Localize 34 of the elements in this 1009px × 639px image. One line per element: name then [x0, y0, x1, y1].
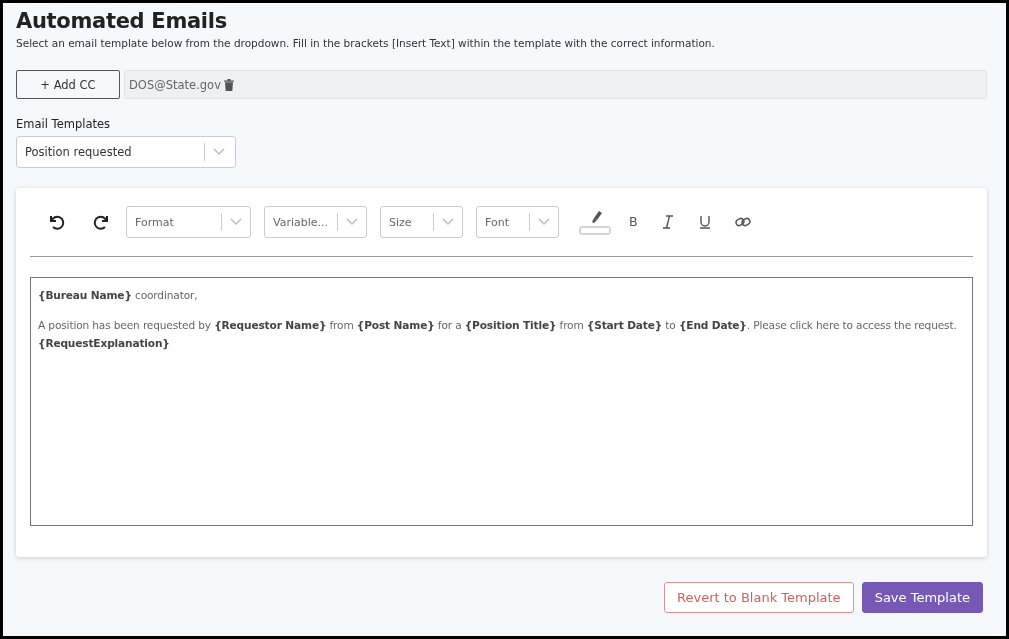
dropdown-placeholder: Variable... — [273, 215, 330, 229]
template-dropdown[interactable]: Position requested — [16, 136, 236, 168]
revert-template-button[interactable]: Revert to Blank Template — [664, 582, 854, 613]
editor-text: {RequestExplanation} — [38, 336, 171, 352]
dropdown-placeholder: Font — [485, 215, 510, 229]
chevron-down-icon — [538, 218, 550, 226]
editor-text: {Bureau Name} coordinator, — [38, 288, 199, 304]
dropdown-value: Position requested — [25, 145, 133, 159]
highlighter-icon[interactable] — [579, 209, 611, 235]
dropdown-placeholder: Size — [389, 215, 413, 229]
add-cc-button[interactable]: + Add CC — [16, 70, 120, 99]
toolbar-dropdown[interactable]: Format — [126, 206, 251, 238]
chevron-down-icon — [346, 218, 358, 226]
page-description: Select an email template below from the dropdown. Fill in the brackets [Insert Text] within the template with the correct information. — [16, 37, 716, 49]
underline-icon[interactable] — [698, 215, 711, 229]
redo-icon[interactable] — [93, 213, 111, 231]
field-label: Email Templates — [16, 117, 112, 131]
dropdown-placeholder: Format — [135, 215, 175, 229]
chevron-down-icon — [213, 148, 225, 156]
italic-icon[interactable] — [661, 215, 674, 229]
save-template-button[interactable]: Save Template — [861, 582, 983, 613]
bold-button[interactable]: B — [629, 215, 638, 229]
undo-icon[interactable] — [47, 213, 65, 231]
cc-email: DOS@State.gov — [129, 77, 221, 92]
editor-area[interactable] — [30, 277, 973, 526]
editor-text: A position has been requested by {Requestor Name} from {Post Name} for a {Position Title} from {Start Date} to {End Date}. Please click here to access the request. — [38, 318, 958, 334]
chevron-down-icon — [442, 218, 454, 226]
toolbar-dropdown[interactable]: Size — [380, 206, 463, 238]
toolbar-dropdown[interactable]: Variable... — [264, 206, 367, 238]
page-title: Automated Emails — [16, 8, 228, 35]
link-icon[interactable] — [734, 215, 751, 229]
toolbar-dropdown[interactable]: Font — [476, 206, 559, 238]
chevron-down-icon — [230, 218, 242, 226]
trash-icon[interactable] — [223, 78, 234, 91]
